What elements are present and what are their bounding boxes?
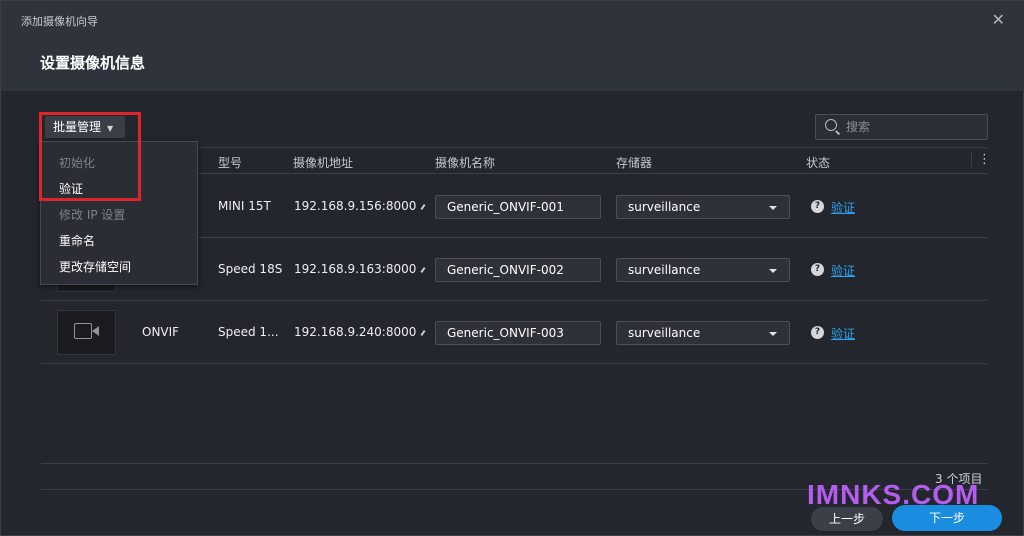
- search-icon: [825, 119, 837, 131]
- camera-address: 192.168.9.156:8000: [294, 199, 426, 213]
- verify-link[interactable]: 验证: [831, 325, 855, 342]
- camera-thumbnail: [57, 310, 116, 355]
- next-button[interactable]: 下一步: [892, 505, 1002, 531]
- camera-model: MINI 15T: [218, 199, 271, 213]
- camera-address-text: 192.168.9.163:8000: [294, 262, 417, 276]
- storage-select-value: surveillance: [628, 326, 701, 340]
- help-icon[interactable]: ?: [811, 200, 824, 213]
- storage-select-value: surveillance: [628, 200, 701, 214]
- menu-item-modify-ip: 修改 IP 设置: [59, 208, 126, 222]
- camera-address: 192.168.9.163:8000: [294, 262, 426, 276]
- menu-item-rename[interactable]: 重命名: [59, 232, 95, 249]
- header-name[interactable]: 摄像机名称: [435, 154, 495, 171]
- batch-manage-label: 批量管理: [53, 120, 102, 134]
- camera-model: Speed 1...: [218, 325, 279, 339]
- camera-model: Speed 18S: [218, 262, 283, 276]
- storage-select[interactable]: surveillance: [616, 195, 790, 219]
- header-status[interactable]: 状态: [806, 154, 830, 171]
- verify-link[interactable]: 验证: [831, 262, 855, 279]
- more-options-icon[interactable]: ⋮: [971, 152, 991, 167]
- divider: [41, 463, 987, 464]
- help-icon[interactable]: ?: [811, 263, 824, 276]
- storage-select[interactable]: surveillance: [616, 258, 790, 282]
- dialog-header: 添加摄像机向导 ✕ 设置摄像机信息: [1, 1, 1024, 91]
- storage-select[interactable]: surveillance: [616, 321, 790, 345]
- page-title: 设置摄像机信息: [40, 54, 146, 72]
- caret-down-icon: ▼: [107, 124, 114, 133]
- camera-name-input[interactable]: [435, 321, 601, 345]
- edit-icon[interactable]: [420, 329, 426, 336]
- camera-address-text: 192.168.9.156:8000: [294, 199, 417, 213]
- header-address[interactable]: 摄像机地址: [293, 154, 353, 171]
- search-input[interactable]: [846, 118, 981, 136]
- close-icon[interactable]: ✕: [992, 10, 1005, 29]
- camera-name-input[interactable]: [435, 258, 601, 282]
- edit-icon[interactable]: [420, 266, 426, 273]
- dropdown-arrow-icon: [769, 269, 777, 273]
- batch-manage-menu: 初始化 验证 修改 IP 设置 重命名 更改存储空间: [40, 141, 198, 285]
- window-title: 添加摄像机向导: [21, 15, 98, 28]
- storage-select-value: surveillance: [628, 263, 701, 277]
- header-storage[interactable]: 存储器: [616, 154, 652, 171]
- add-camera-wizard-dialog: 添加摄像机向导 ✕ 设置摄像机信息 批量管理 ▼ 型号 摄像机地址 摄像机名称 存…: [0, 0, 1024, 536]
- help-icon[interactable]: ?: [811, 326, 824, 339]
- camera-address: 192.168.9.240:8000: [294, 325, 426, 339]
- table-row[interactable]: ONVIF Speed 1... 192.168.9.240:8000 surv…: [41, 301, 987, 364]
- edit-icon[interactable]: [420, 203, 426, 210]
- camera-name-input[interactable]: [435, 195, 601, 219]
- camera-address-text: 192.168.9.240:8000: [294, 325, 417, 339]
- menu-item-change-storage[interactable]: 更改存储空间: [59, 258, 131, 275]
- camera-icon: [74, 323, 99, 339]
- verify-link[interactable]: 验证: [831, 199, 855, 216]
- dropdown-arrow-icon: [769, 206, 777, 210]
- camera-brand: ONVIF: [142, 325, 180, 339]
- batch-manage-button[interactable]: 批量管理 ▼: [45, 116, 125, 138]
- search-box[interactable]: [815, 114, 988, 140]
- previous-button[interactable]: 上一步: [811, 507, 883, 531]
- menu-item-verify[interactable]: 验证: [59, 180, 83, 197]
- header-model[interactable]: 型号: [218, 154, 242, 171]
- menu-item-initialize: 初始化: [59, 156, 96, 170]
- dropdown-arrow-icon: [769, 332, 777, 336]
